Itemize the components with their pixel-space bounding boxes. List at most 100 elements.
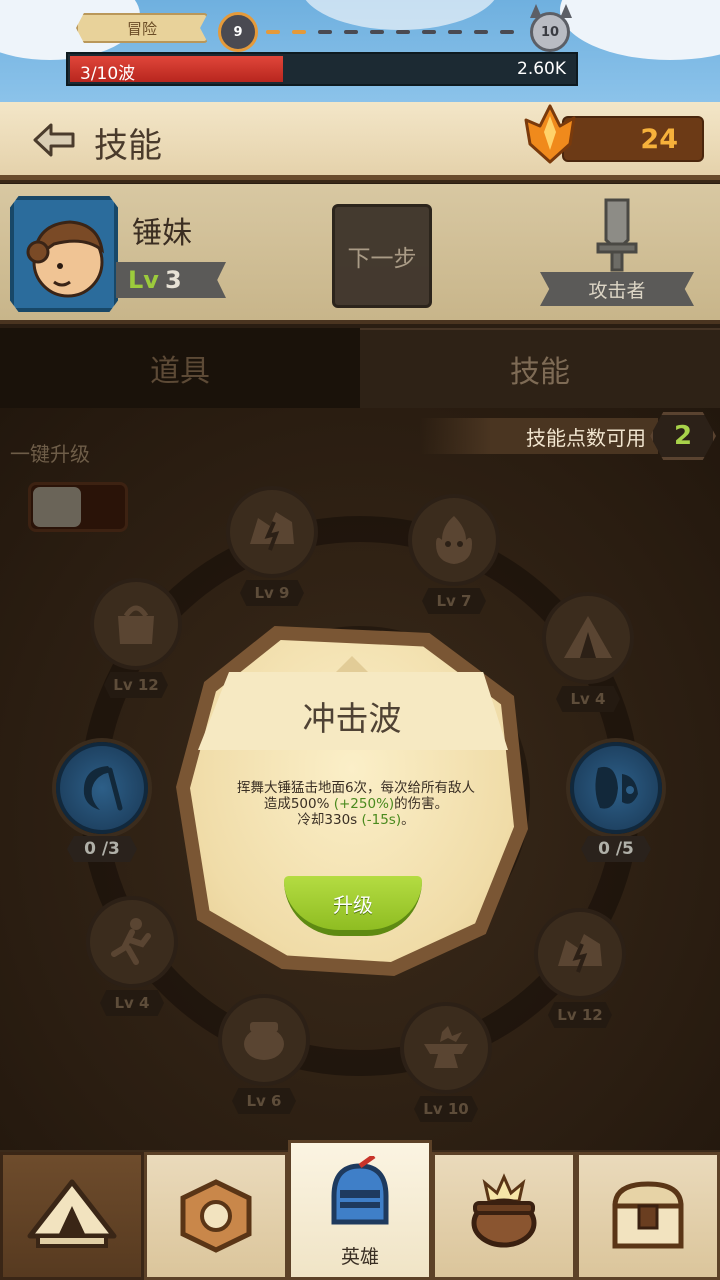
tab-skills[interactable]: 技能 [360,328,720,408]
progress-dash [500,30,514,34]
skill-disc [218,994,310,1086]
cloud-decoration [560,0,720,60]
current-stage-node: 9 [218,12,258,52]
desc-line-2: 造成500% (+250%)的伤害。 [206,796,506,812]
desc-line-3: 冷却330s (-15s)。 [206,812,506,828]
progress-dash [396,30,410,34]
one-click-upgrade-label: 一键升级 [10,442,90,466]
popup-title: 冲击波 [302,699,402,738]
toggle-knob [33,487,81,527]
treasure-chest-icon [612,1181,684,1249]
skill-level-label: Lv 12 [104,672,168,698]
nav-cauldron[interactable] [432,1152,576,1280]
nav-equipment[interactable] [144,1152,288,1280]
level-prefix: Lv [128,266,159,294]
skill-anvil[interactable]: Lv 10 [396,1002,496,1132]
skill-level-label: 0 /3 [67,836,137,862]
hero-info-row: 锤妹 Lv 3 下一步 攻击者 [0,184,720,324]
skill-disc [86,896,178,988]
bag-icon [118,605,154,644]
skill-level-label: Lv 10 [414,1096,478,1122]
next-step-button[interactable]: 下一步 [332,204,432,308]
hero-face-icon [26,220,105,298]
desc-line-1: 挥舞大锤猛击地面6次，每次给所有敌人 [236,780,476,796]
desc-text: 的伤害。 [394,796,449,812]
back-arrow-icon [33,123,75,157]
cauldron-icon [471,1173,537,1248]
nav-camp[interactable] [0,1152,144,1280]
skill-disc [400,1002,492,1094]
skill-level-label: 0 /5 [581,836,651,862]
skill-fire-face[interactable]: Lv 7 [404,494,504,624]
skill-runner[interactable]: Lv 4 [82,896,182,1026]
mask-icon [595,766,638,809]
role-badge: 攻击者 [540,196,694,312]
tent-icon [564,616,612,658]
pot-icon [244,1022,284,1060]
next-step-label: 下一步 [347,246,417,272]
skill-level-label: Lv 7 [422,588,486,614]
tab-bar: 道具 技能 [0,328,720,408]
skill-disc [542,592,634,684]
desc-text: 造成500% [263,796,334,812]
crystal-counter[interactable]: 24 [562,116,704,162]
skill-scythe[interactable]: 0 /3 [52,742,152,872]
nav-treasure[interactable] [576,1152,720,1280]
skill-points-badge: 2 [650,412,716,460]
skill-lightning[interactable]: Lv 9 [222,486,322,616]
desc-bonus: (+250%) [333,796,395,812]
gear-shield-icon [180,1179,252,1253]
skill-mask[interactable]: 0 /5 [566,742,666,872]
tab-items[interactable]: 道具 [0,328,360,408]
hero-level: 3 [164,266,182,294]
crystal-icon [524,104,576,164]
runner-icon [111,918,151,965]
desc-text: 。 [401,812,415,828]
skill-level-label: Lv 4 [100,990,164,1016]
skill-disc [56,742,148,834]
hero-portrait[interactable] [10,196,118,312]
skill-points-label: 技能点数可用 [526,425,646,450]
skill-bag[interactable]: Lv 12 [86,578,186,708]
role-label: 攻击者 [540,272,694,306]
skill-pot[interactable]: Lv 6 [214,994,314,1124]
camp-icon [27,1179,117,1248]
knight-helmet-icon [331,1156,389,1225]
skill-storm[interactable]: Lv 12 [530,908,630,1038]
skill-disc [408,494,500,586]
skill-level-label: Lv 4 [556,686,620,712]
scythe-icon [83,766,123,811]
wave-label: 3/10波 [80,64,136,84]
progress-dash [474,30,488,34]
bottom-nav: 英雄 [0,1140,720,1280]
progress-dash [448,30,462,34]
hero-name: 锤妹 [132,216,192,251]
skill-tent[interactable]: Lv 4 [538,592,638,722]
back-button[interactable] [30,118,78,162]
progress-dash [292,30,306,34]
skill-level-label: Lv 12 [548,1002,612,1028]
lightning-icon [250,512,294,551]
progress-dash [344,30,358,34]
fire-face-icon [436,516,472,564]
progress-dash [318,30,332,34]
skill-level-label: Lv 6 [232,1088,296,1114]
desc-bonus: (-15s) [361,812,402,828]
skill-disc [534,908,626,1000]
page-title: 技能 [94,126,162,166]
wave-progress-bar: 3/10波 2.60K [66,52,578,86]
one-click-upgrade-toggle[interactable] [28,482,128,532]
skill-disc [90,578,182,670]
skill-disc [226,486,318,578]
skill-points-ribbon: 技能点数可用 [420,418,658,454]
adventure-flag[interactable]: 冒险 [76,13,208,43]
nav-hero[interactable]: 英雄 [288,1140,432,1280]
popup-description: 挥舞大锤猛击地面6次，每次给所有敌人 造成500% (+250%)的伤害。 冷却… [206,780,506,828]
progress-dash [422,30,436,34]
sword-icon [596,198,638,272]
skill-level-label: Lv 9 [240,580,304,606]
crystal-count: 24 [640,124,678,155]
anvil-icon [424,1026,468,1068]
damage-value: 2.60K [517,59,566,79]
skill-disc [570,742,662,834]
